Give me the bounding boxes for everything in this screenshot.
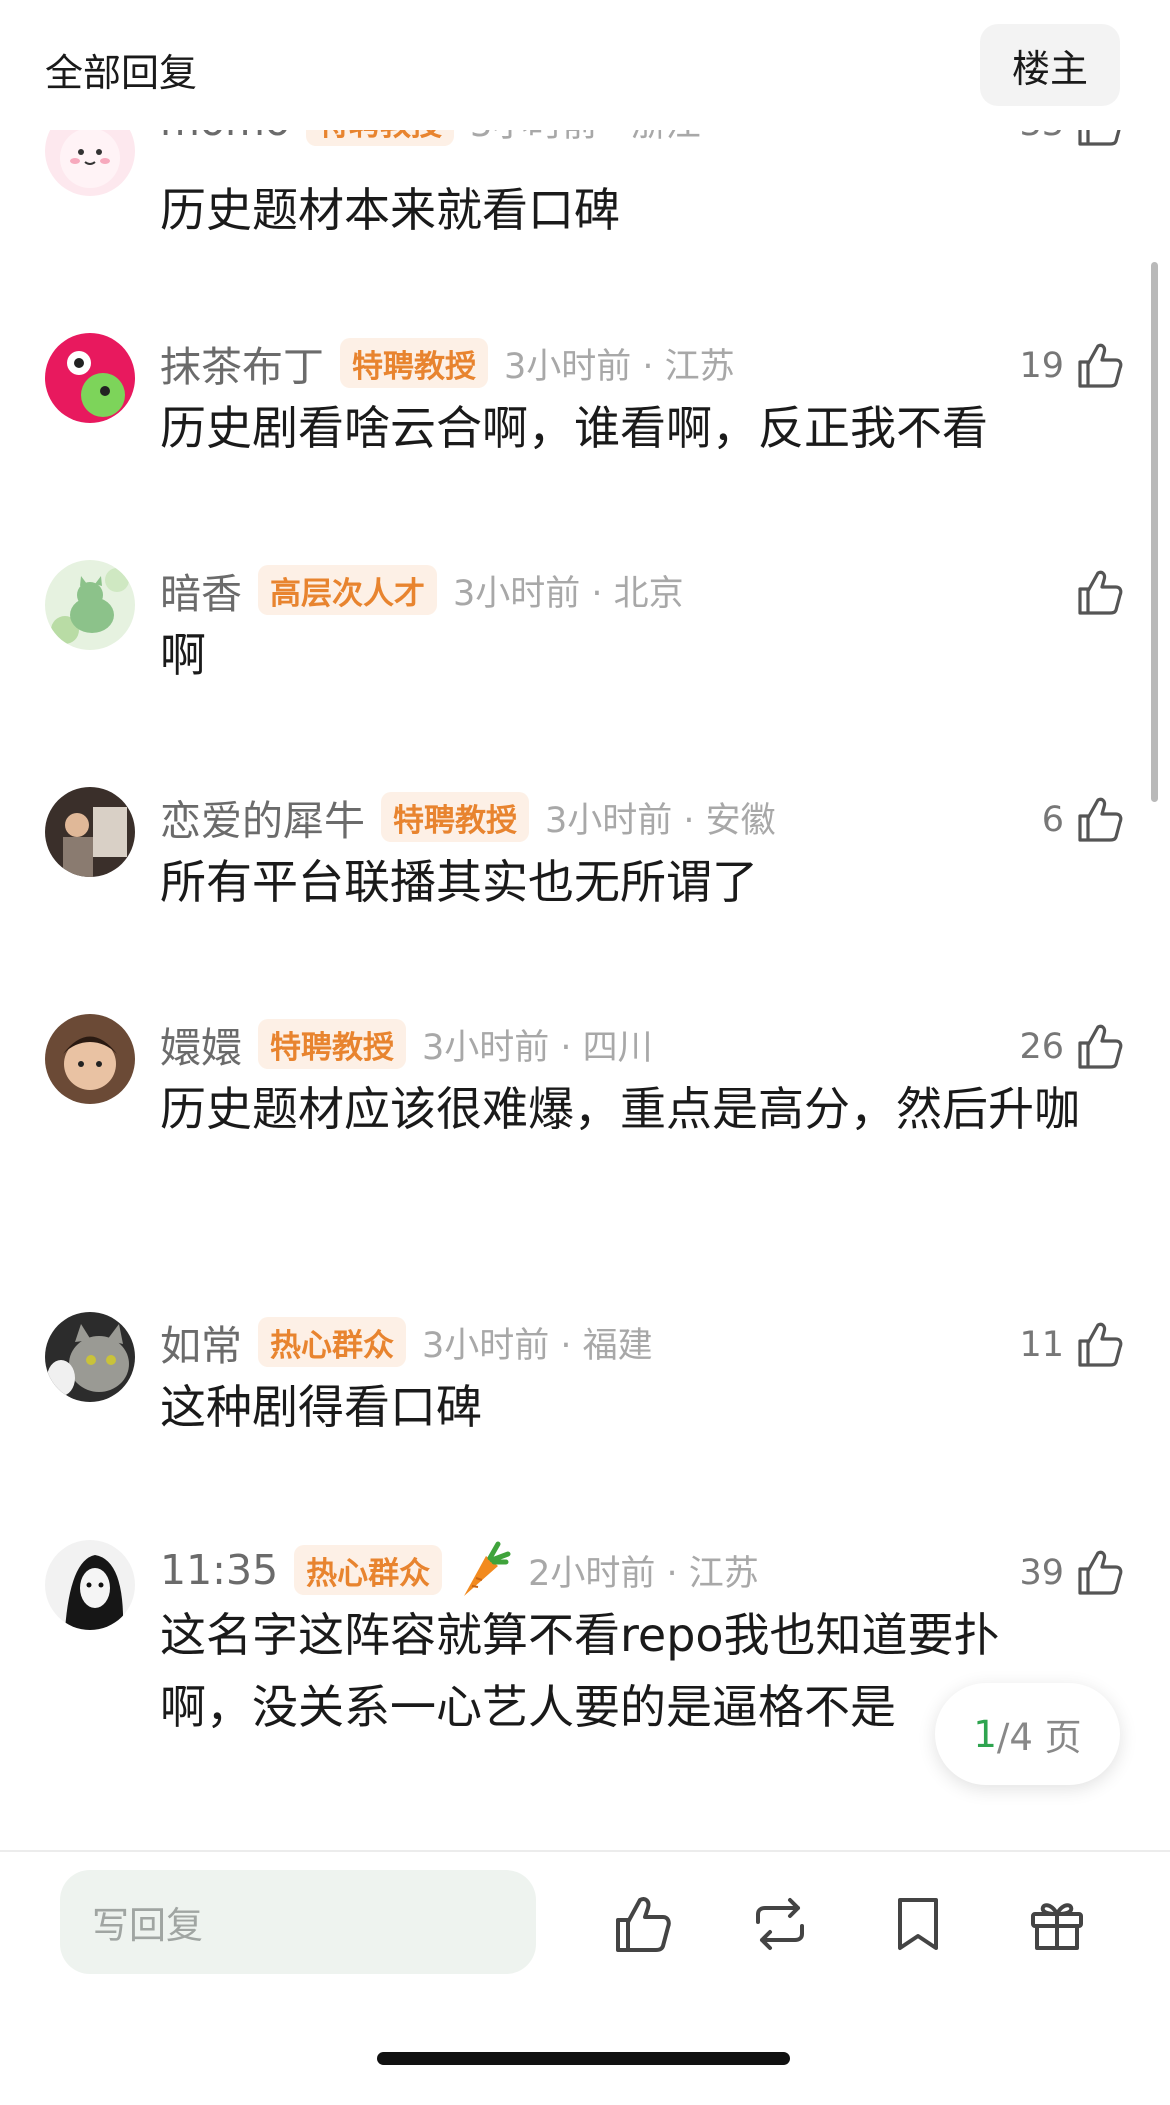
comment-author[interactable]: 如常 [160,1312,242,1372]
comment-text: 啊 [160,628,206,682]
comment-text: 这种剧得看口碑 [160,1380,482,1434]
like-button[interactable]: 6 [1042,792,1124,848]
avatar[interactable] [45,333,135,423]
comment-time-location: 3小时前 · 北京 [453,573,684,614]
bookmark-icon[interactable] [886,1892,950,1956]
comment-author[interactable]: 嬛嬛 [160,1014,242,1074]
comment-author[interactable]: 暗香 [160,560,242,620]
like-button[interactable]: 11 [1019,1317,1124,1373]
current-page: 1 [973,1712,997,1756]
thumbs-up-icon [1078,797,1123,842]
like-count: 26 [1019,1027,1064,1067]
avatar[interactable] [45,1312,135,1402]
thumbs-up-icon [1078,1322,1123,1367]
like-button[interactable]: 39 [1019,1545,1124,1601]
op-only-button[interactable]: 楼主 [980,24,1120,106]
comment-author[interactable]: 恋爱的犀牛 [160,787,365,847]
comment-time-location: 3小时前 · 福建 [422,1325,653,1366]
page-title: 全部回复 [45,51,198,95]
page-total: /4 页 [996,1716,1082,1759]
home-indicator [377,2052,790,2065]
thumbs-up-icon[interactable] [610,1892,674,1956]
thumbs-up-icon [1078,343,1123,388]
user-badge: 特聘教授 [340,338,488,388]
like-button[interactable] [1064,565,1124,621]
carrot-emoji-icon [464,1541,511,1596]
like-count: 6 [1041,800,1064,840]
reply-input[interactable]: 写回复 [60,1870,536,1974]
repost-icon[interactable] [748,1892,812,1956]
user-badge: 高层次人才 [258,565,437,615]
thumbs-up-icon [1078,1550,1123,1595]
comment-time-location: 3小时前 · 四川 [422,1027,653,1068]
comment-time-location: 2小时前 · 江苏 [528,1553,759,1594]
comment-time-location: 3小时前 · 安徽 [545,800,776,841]
thumbs-up-icon [1078,1024,1123,1069]
comment-text: 所有平台联播其实也无所谓了 [160,855,758,909]
scrollbar[interactable] [1151,262,1158,802]
comment-text: 历史剧看啥云合啊，谁看啊，反正我不看 [160,401,988,455]
user-badge: 特聘教授 [381,792,529,842]
avatar[interactable] [45,1014,135,1104]
comment-author[interactable]: 抹茶布丁 [160,333,324,393]
thumbs-up-icon [1078,570,1123,615]
gift-icon[interactable] [1025,1892,1089,1956]
avatar[interactable] [45,1540,135,1630]
page-indicator[interactable]: 1/4 页 [935,1683,1120,1785]
user-badge: 热心群众 [258,1317,406,1367]
comment-author[interactable]: 11:35 [160,1546,278,1594]
comment-time-location: 3小时前 · 江苏 [504,346,735,387]
user-badge: 特聘教授 [258,1019,406,1069]
comment-list[interactable]: momo 特聘教授 3小时前 · 浙江 33 历史题材本来就看口碑 抹茶布丁 特… [0,0,1170,1850]
like-button[interactable]: 19 [1019,338,1124,394]
comment-text: 这名字这阵容就算不看repo我也知道要扑啊，没关系一心艺人要的是逼格不是 [160,1608,1000,1734]
user-badge: 热心群众 [294,1545,443,1595]
avatar[interactable] [45,787,135,877]
comment-text: 历史题材本来就看口碑 [160,183,620,237]
comment-text: 历史题材应该很难爆，重点是高分，然后升咖 [160,1082,1080,1136]
bottom-action-bar: 写回复 [0,1850,1170,2105]
avatar[interactable] [45,560,135,650]
like-count: 19 [1019,346,1064,386]
like-count: 11 [1019,1325,1064,1365]
header-bar: 全部回复 楼主 [0,0,1170,130]
like-count: 39 [1019,1553,1064,1593]
like-button[interactable]: 26 [1019,1019,1124,1075]
